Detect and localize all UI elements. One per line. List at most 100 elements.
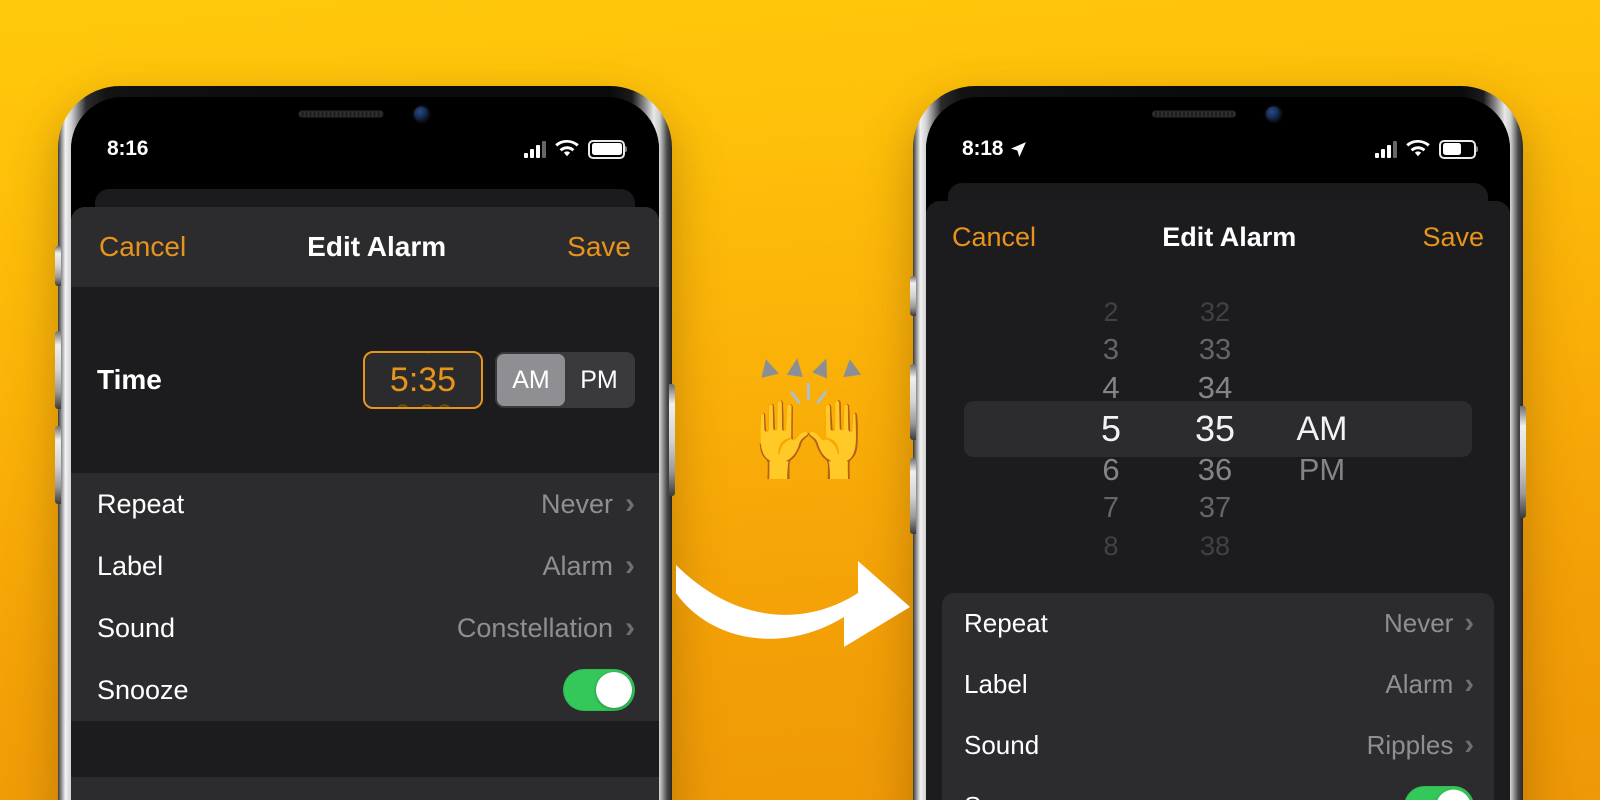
- picker-item[interactable]: 4: [1059, 369, 1163, 407]
- row-value-group: Never ›: [541, 487, 635, 521]
- time-label: Time: [97, 364, 162, 395]
- time-controls: 4:34 5:35 6:36 AM PM: [363, 351, 635, 409]
- picker-item-selected[interactable]: AM: [1267, 407, 1377, 451]
- row-value-group: Constellation ›: [457, 611, 635, 645]
- picker-item[interactable]: 38: [1163, 527, 1267, 565]
- picker-item[interactable]: 33: [1163, 331, 1267, 369]
- segment-pm[interactable]: PM: [565, 354, 633, 406]
- status-bar-left: 8:16: [107, 137, 148, 161]
- iphone-before: 8:16 Cancel Edit Alarm Save Time 5:35 AM…: [55, 86, 675, 800]
- segment-am[interactable]: AM: [497, 354, 565, 406]
- cancel-button[interactable]: Cancel: [952, 222, 1036, 253]
- power-button[interactable]: [669, 384, 675, 496]
- toggle-knob: [1436, 789, 1471, 800]
- snooze-toggle[interactable]: [563, 669, 635, 711]
- status-bar: 8:16: [71, 137, 659, 161]
- volume-up-button[interactable]: [910, 364, 916, 440]
- picker-item-selected[interactable]: 5: [1059, 407, 1163, 451]
- status-time: 8:18: [962, 137, 1004, 160]
- spark-triangle: [786, 356, 805, 378]
- alarm-settings-list: Repeat Never › Label Alarm ›: [942, 593, 1494, 800]
- meridiem-segmented-control[interactable]: AM PM: [495, 352, 635, 408]
- battery-icon: [1439, 139, 1476, 159]
- row-repeat[interactable]: Repeat Never ›: [71, 473, 659, 535]
- chevron-right-icon: ›: [1464, 668, 1474, 700]
- sheet-body: 2 3 4 5 6 7 8 32 33 34 35 36 37 38 AM PM…: [926, 279, 1510, 800]
- save-button[interactable]: Save: [567, 231, 631, 263]
- cancel-button[interactable]: Cancel: [99, 231, 186, 263]
- row-value-group: Alarm ›: [1385, 668, 1474, 701]
- sheet-navbar: Cancel Edit Alarm Save: [926, 201, 1510, 273]
- iphone-before-body: 8:16 Cancel Edit Alarm Save Time 5:35 AM…: [71, 97, 659, 800]
- next-list-group: [71, 777, 659, 800]
- picker-item[interactable]: 32: [1163, 293, 1267, 331]
- sheet-body: Time 4:34 5:35 6:36 AM PM: [71, 287, 659, 800]
- picker-item[interactable]: 34: [1163, 369, 1267, 407]
- spark-triangle: [840, 357, 861, 378]
- iphone-after-body: 8:18 Cancel Edit Alarm Save 2 3 4 5 6 7 …: [926, 97, 1510, 800]
- power-button[interactable]: [1520, 406, 1526, 518]
- time-ghost-below: 6:36: [365, 399, 481, 407]
- earpiece-speaker: [298, 110, 384, 118]
- snooze-toggle[interactable]: [1404, 786, 1474, 800]
- row-label: Repeat: [964, 608, 1048, 638]
- volume-down-button[interactable]: [55, 426, 61, 504]
- row-label-item[interactable]: Label Alarm ›: [71, 535, 659, 597]
- picker-column-minutes[interactable]: 32 33 34 35 36 37 38: [1163, 279, 1267, 579]
- row-value: Alarm: [542, 550, 613, 581]
- signal-bars-icon: [524, 140, 546, 158]
- toggle-knob: [596, 672, 632, 708]
- status-bar-left: 8:18: [962, 137, 1027, 161]
- picker-item[interactable]: 6: [1059, 451, 1163, 489]
- front-camera-icon: [1266, 106, 1282, 122]
- list-footer-spacer: [71, 721, 659, 777]
- spark-triangle: [811, 355, 834, 379]
- volume-down-button[interactable]: [910, 458, 916, 534]
- status-time: 8:16: [107, 137, 149, 160]
- row-label: Repeat: [97, 488, 185, 519]
- row-label-item[interactable]: Label Alarm ›: [942, 654, 1494, 715]
- earpiece-speaker: [1152, 110, 1237, 118]
- row-value-group: Alarm ›: [542, 549, 635, 583]
- time-picker-wheel[interactable]: 2 3 4 5 6 7 8 32 33 34 35 36 37 38 AM PM: [942, 279, 1494, 579]
- row-label: Sound: [97, 612, 176, 643]
- picker-item[interactable]: 37: [1163, 489, 1267, 527]
- mute-switch[interactable]: [55, 246, 61, 286]
- picker-item-selected[interactable]: 35: [1163, 407, 1267, 451]
- picker-item[interactable]: PM: [1267, 451, 1377, 489]
- row-repeat[interactable]: Repeat Never ›: [942, 593, 1494, 654]
- picker-item[interactable]: 36: [1163, 451, 1267, 489]
- row-snooze[interactable]: Snooze: [71, 659, 659, 721]
- edit-alarm-sheet: Cancel Edit Alarm Save 2 3 4 5 6 7 8 32 …: [926, 201, 1510, 800]
- picker-columns: 2 3 4 5 6 7 8 32 33 34 35 36 37 38 AM PM: [942, 279, 1494, 579]
- row-sound[interactable]: Sound Constellation ›: [71, 597, 659, 659]
- sheet-title: Edit Alarm: [307, 231, 447, 262]
- transition-illustration: 🙌: [676, 355, 910, 648]
- row-label: Sound: [964, 730, 1040, 760]
- sheet-title: Edit Alarm: [1162, 221, 1297, 252]
- save-button[interactable]: Save: [1422, 222, 1484, 253]
- picker-column-hours[interactable]: 2 3 4 5 6 7 8: [1059, 279, 1163, 579]
- mute-switch[interactable]: [910, 276, 916, 316]
- time-input[interactable]: 4:34 5:35 6:36: [363, 351, 483, 409]
- row-label: Label: [964, 669, 1028, 699]
- iphone-before-screen: 8:16 Cancel Edit Alarm Save Time 5:35 AM…: [71, 97, 659, 800]
- chevron-right-icon: ›: [1464, 607, 1474, 639]
- picker-item[interactable]: 2: [1059, 293, 1163, 331]
- time-ghost-above: 4:34: [365, 353, 481, 361]
- status-bar-right: [1375, 139, 1476, 159]
- picker-item[interactable]: 7: [1059, 489, 1163, 527]
- wifi-icon: [555, 140, 579, 157]
- picker-item[interactable]: 3: [1059, 331, 1163, 369]
- wifi-icon: [1406, 140, 1430, 157]
- row-sound[interactable]: Sound Ripples ›: [942, 715, 1494, 776]
- time-row: Time 4:34 5:35 6:36 AM PM: [71, 287, 659, 473]
- row-value: Never: [1383, 608, 1454, 638]
- picker-item[interactable]: 8: [1059, 527, 1163, 565]
- spark-triangle: [756, 357, 779, 378]
- row-value: Constellation: [456, 612, 613, 643]
- volume-up-button[interactable]: [55, 331, 61, 409]
- picker-column-meridiem[interactable]: AM PM: [1267, 279, 1377, 579]
- status-bar: 8:18: [926, 137, 1510, 161]
- row-snooze[interactable]: Snooze: [942, 776, 1494, 800]
